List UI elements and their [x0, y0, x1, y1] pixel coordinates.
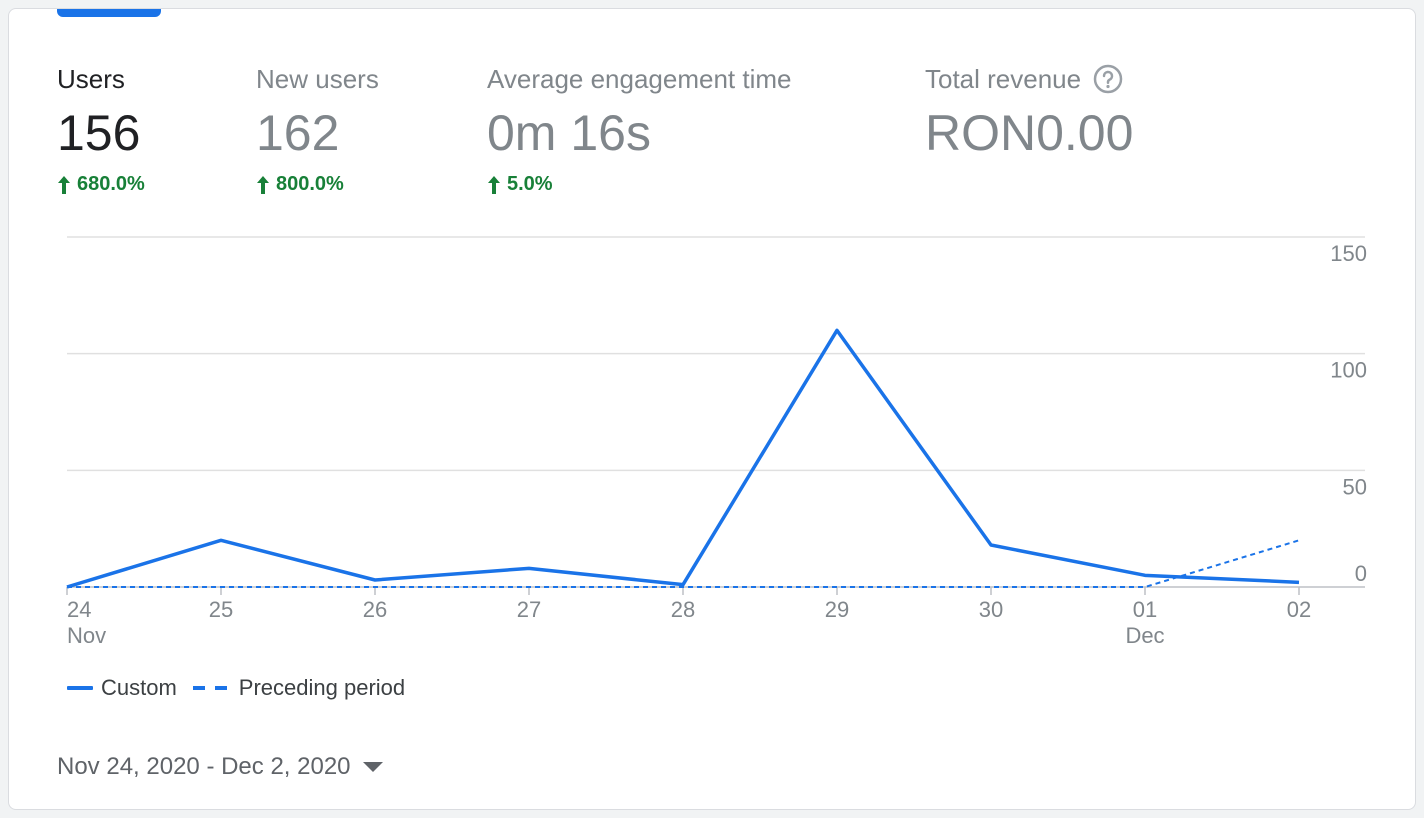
legend-label: Preceding period — [238, 675, 406, 700]
y-tick-label: 100 — [1330, 358, 1367, 383]
y-tick-label: 0 — [1355, 561, 1367, 586]
x-tick-month-label: Dec — [1125, 623, 1164, 648]
x-tick-label: 02 — [1287, 597, 1311, 622]
x-tick-label: 01 — [1133, 597, 1157, 622]
legend-solid-line-icon — [67, 686, 93, 690]
x-tick-label: 25 — [209, 597, 233, 622]
y-tick-label: 150 — [1330, 241, 1367, 266]
x-tick-month-label: Nov — [67, 623, 106, 648]
x-tick-label: 28 — [671, 597, 695, 622]
users-overview-card: Users 156 680.0% New users 162 800.0% Av… — [8, 8, 1416, 810]
x-tick-label: 30 — [979, 597, 1003, 622]
y-tick-label: 50 — [1343, 474, 1367, 499]
legend-item-custom[interactable]: Custom — [67, 675, 177, 701]
date-range-label: Nov 24, 2020 - Dec 2, 2020 — [57, 753, 351, 780]
date-range-selector[interactable]: Nov 24, 2020 - Dec 2, 2020 — [57, 753, 383, 781]
users-line-chart: 0 50 100 150 24Nov 25 26 27 28 29 30 01Dec 02 — [66, 236, 1367, 648]
chart-legend: Custom Preceding period — [67, 675, 421, 701]
legend-label: Custom — [101, 675, 177, 700]
x-tick-label: 29 — [825, 597, 849, 622]
series-line-custom — [66, 328, 1300, 589]
caret-down-icon — [362, 762, 383, 772]
x-tick-label: 26 — [363, 597, 387, 622]
x-tick-label: 24 — [67, 597, 91, 622]
x-tick-label: 27 — [517, 597, 541, 622]
legend-item-preceding-period[interactable]: Preceding period — [192, 675, 406, 701]
legend-dashed-line-icon — [192, 686, 227, 690]
